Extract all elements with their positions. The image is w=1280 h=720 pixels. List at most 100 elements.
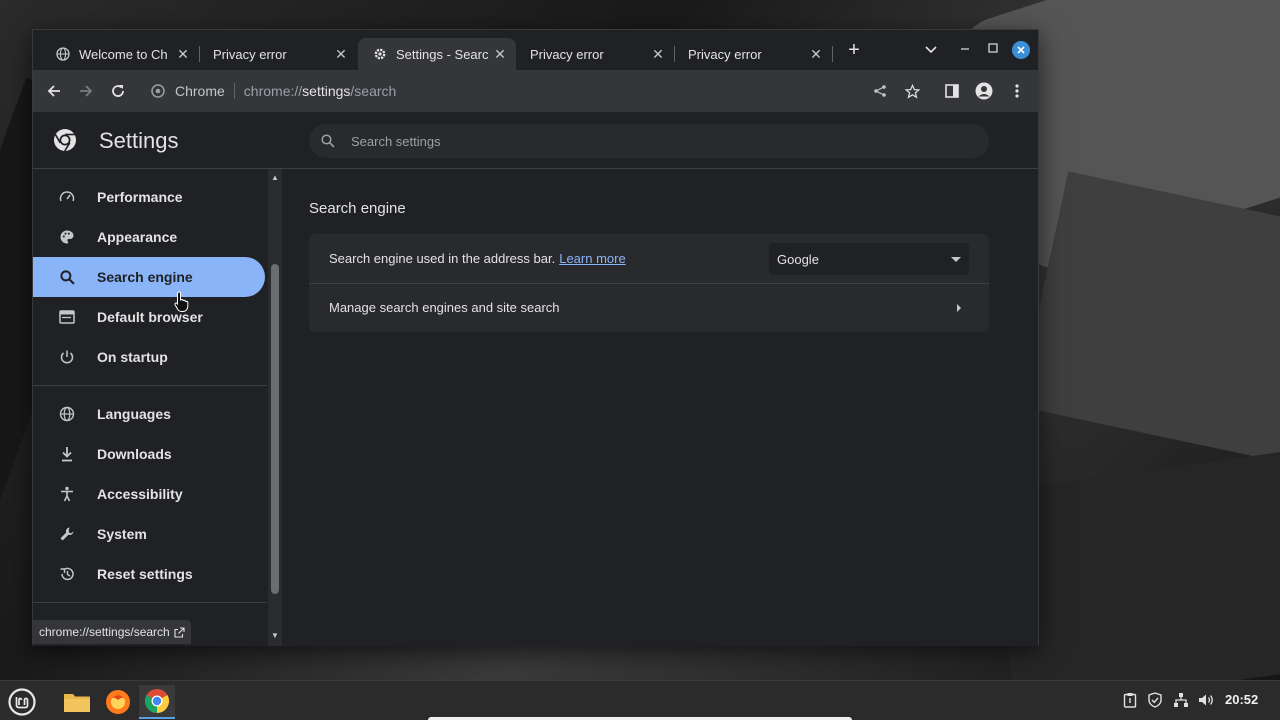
clock[interactable]: 20:52 (1225, 692, 1258, 707)
globe-icon (57, 406, 77, 422)
sidebar-item-accessibility[interactable]: Accessibility (33, 474, 265, 514)
section-title: Search engine (309, 200, 406, 217)
sidebar-item-appearance[interactable]: Appearance (33, 217, 265, 257)
omnibox-chip-label: Chrome (175, 83, 225, 99)
tab-title: Privacy error (530, 46, 604, 62)
taskbar: 20:52 (0, 680, 1280, 720)
tab-privacy-error-3[interactable]: Privacy error ✕ (674, 38, 833, 70)
address-bar[interactable]: Chrome chrome://settings/search (143, 76, 993, 106)
settings-sidebar: Performance Appearance Search engine Def… (33, 169, 283, 646)
hand-cursor-icon (174, 291, 190, 313)
gear-icon (372, 46, 388, 62)
close-tab-icon[interactable]: ✕ (492, 46, 508, 63)
learn-more-link[interactable]: Learn more (559, 251, 625, 266)
window-close-icon[interactable] (1012, 41, 1030, 59)
scroll-up-arrow-icon[interactable]: ▲ (271, 173, 279, 182)
tab-strip: Welcome to Ch ✕ Privacy error ✕ Settings… (33, 30, 1038, 70)
close-tab-icon[interactable]: ✕ (808, 46, 824, 63)
sidebar-item-label: Appearance (97, 229, 178, 245)
sidebar-item-label: Search engine (97, 269, 193, 285)
chrome-logo-icon (53, 128, 77, 152)
reload-icon[interactable] (109, 82, 127, 100)
search-icon (57, 269, 77, 285)
minimize-icon[interactable] (955, 42, 975, 57)
search-engine-row: Search engine used in the address bar. L… (309, 234, 989, 282)
forward-arrow-icon[interactable] (77, 82, 95, 100)
page-title: Settings (99, 128, 179, 153)
download-icon (57, 446, 77, 462)
chrome-logo-icon (151, 84, 165, 98)
tab-title: Privacy error (213, 46, 287, 62)
accessibility-icon (57, 486, 77, 502)
new-tab-button[interactable]: + (844, 39, 864, 62)
sidebar-divider (33, 602, 267, 603)
close-tab-icon[interactable]: ✕ (650, 46, 666, 63)
clipboard-icon[interactable] (1121, 691, 1139, 709)
reset-icon (57, 566, 77, 582)
sidebar-item-reset-settings[interactable]: Reset settings (33, 554, 265, 594)
bookmark-star-icon[interactable] (903, 82, 921, 100)
wrench-icon (57, 526, 77, 542)
manage-search-engines-row[interactable]: Manage search engines and site search (309, 283, 989, 331)
search-input[interactable] (351, 133, 851, 149)
settings-search-box[interactable] (309, 124, 989, 158)
tab-settings-search[interactable]: Settings - Searc ✕ (358, 38, 516, 70)
chrome-window: Welcome to Ch ✕ Privacy error ✕ Settings… (32, 29, 1039, 646)
sidebar-item-search-engine[interactable]: Search engine (33, 257, 265, 297)
more-menu-icon[interactable] (1008, 82, 1026, 100)
search-engine-card: Search engine used in the address bar. L… (309, 234, 989, 332)
profile-avatar-icon[interactable] (975, 82, 993, 100)
side-panel-icon[interactable] (943, 82, 961, 100)
link-status-bubble: chrome://settings/search (33, 620, 191, 644)
sidebar-item-downloads[interactable]: Downloads (33, 434, 265, 474)
tab-privacy-error-1[interactable]: Privacy error ✕ (199, 38, 357, 70)
close-tab-icon[interactable]: ✕ (175, 46, 191, 63)
sidebar-item-performance[interactable]: Performance (33, 177, 265, 217)
tab-title: Privacy error (688, 46, 762, 62)
tab-title: Welcome to Ch (79, 46, 168, 62)
mint-menu-icon[interactable] (4, 685, 40, 719)
share-icon[interactable] (871, 82, 889, 100)
row-label: Search engine used in the address bar. (329, 250, 556, 266)
omnibox-url: chrome://settings/search (243, 83, 397, 99)
external-link-icon (174, 626, 185, 638)
search-icon (321, 134, 335, 148)
network-icon[interactable] (1172, 691, 1190, 709)
browser-icon (57, 310, 77, 324)
palette-icon (57, 229, 77, 245)
sidebar-item-label: Downloads (97, 446, 172, 462)
select-value: Google (777, 251, 819, 267)
firefox-icon[interactable] (100, 685, 136, 719)
sidebar-item-label: Reset settings (97, 566, 193, 582)
globe-icon (55, 46, 71, 62)
chrome-taskbar-icon[interactable] (139, 685, 175, 719)
sidebar-item-label: Languages (97, 406, 171, 422)
shield-icon[interactable] (1146, 691, 1164, 709)
sidebar-item-label: On startup (97, 349, 168, 365)
chevron-right-icon (957, 304, 961, 312)
sidebar-item-default-browser[interactable]: Default browser (33, 297, 265, 337)
tab-search-chevron-icon[interactable] (921, 42, 941, 57)
dropdown-caret-icon (951, 257, 961, 262)
sidebar-item-system[interactable]: System (33, 514, 265, 554)
sidebar-scrollbar[interactable]: ▲ ▼ (268, 169, 282, 646)
sidebar-item-label: Performance (97, 189, 183, 205)
volume-icon[interactable] (1197, 691, 1215, 709)
file-manager-folder-icon[interactable] (59, 685, 95, 719)
speedometer-icon (57, 189, 77, 205)
settings-page: Settings Performance Appearance Search e… (33, 112, 1038, 646)
row-label: Manage search engines and site search (329, 300, 560, 315)
close-tab-icon[interactable]: ✕ (333, 46, 349, 63)
back-arrow-icon[interactable] (45, 82, 63, 100)
tab-title: Settings - Searc (396, 46, 489, 62)
sidebar-item-on-startup[interactable]: On startup (33, 337, 265, 377)
search-engine-select[interactable]: Google (769, 243, 969, 275)
maximize-icon[interactable] (983, 41, 1003, 56)
sidebar-item-label: Accessibility (97, 486, 183, 502)
sidebar-item-languages[interactable]: Languages (33, 394, 265, 434)
tab-welcome[interactable]: Welcome to Ch ✕ (41, 38, 200, 70)
scroll-down-arrow-icon[interactable]: ▼ (271, 631, 279, 640)
scrollbar-thumb[interactable] (271, 264, 279, 594)
power-icon (57, 349, 77, 365)
tab-privacy-error-2[interactable]: Privacy error ✕ (516, 38, 675, 70)
